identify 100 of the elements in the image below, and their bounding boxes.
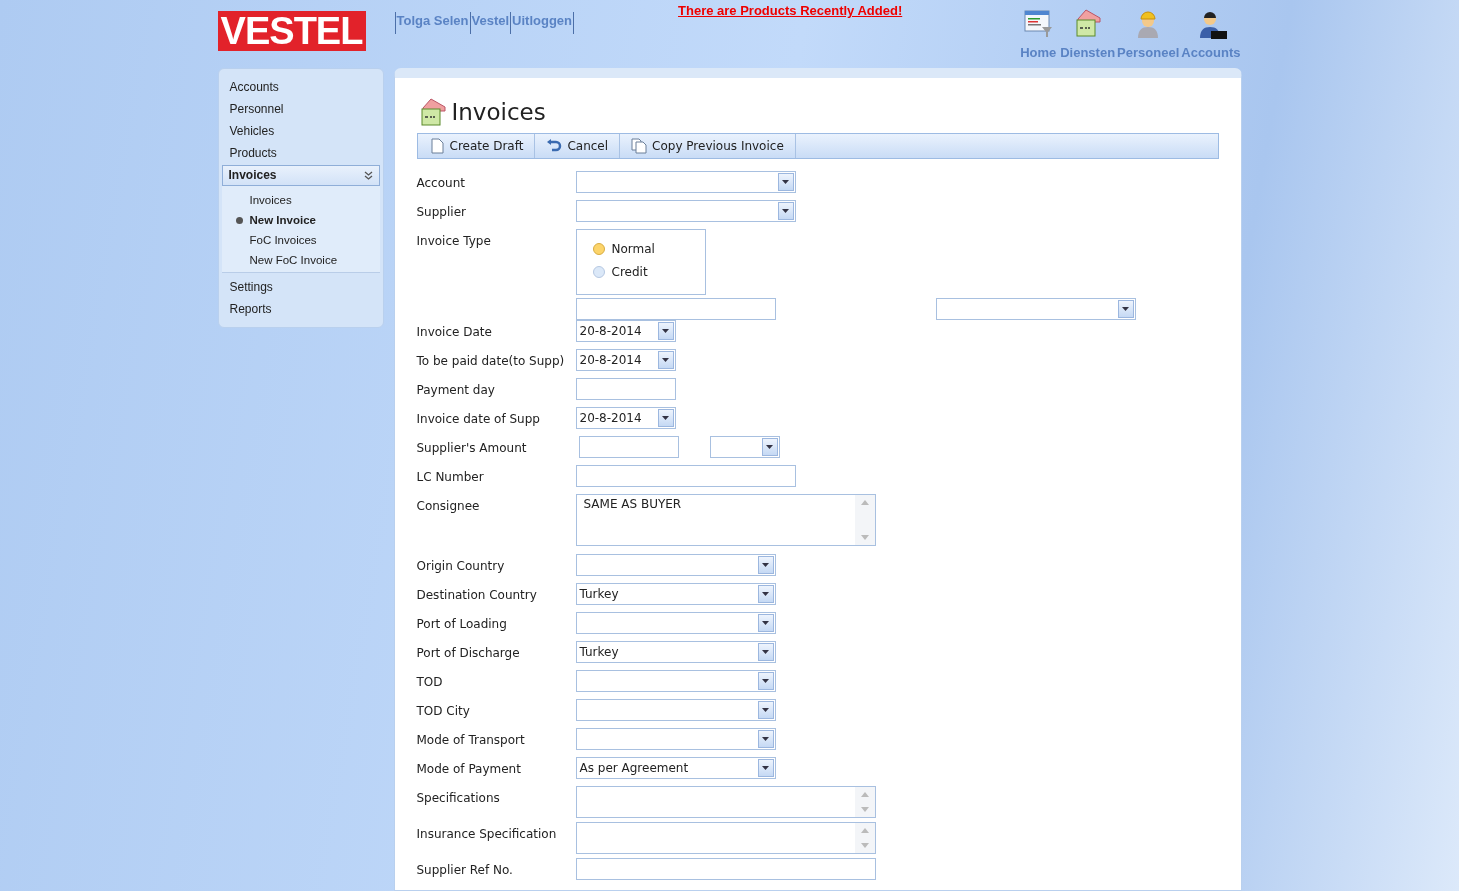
sidebar-subitem[interactable]: Invoices (221, 190, 380, 210)
dropdown-arrow-button[interactable] (757, 614, 774, 632)
text-field[interactable] (575, 465, 796, 487)
sidebar-subitem[interactable]: FoC Invoices (221, 230, 380, 250)
field-label: LC Number (416, 469, 485, 484)
scroll-down-icon (860, 535, 869, 540)
sidebar-item[interactable]: Reports (221, 299, 380, 321)
text-area[interactable] (575, 822, 876, 854)
dropdown-arrow-button[interactable] (757, 585, 774, 603)
caret-icon (766, 445, 773, 449)
scroll-up-icon (860, 828, 869, 833)
radio-option[interactable]: Credit (592, 265, 705, 279)
dropdown-arrow-button[interactable] (757, 730, 774, 748)
text-area[interactable]: SAME AS BUYER (575, 494, 876, 546)
copy-icon (631, 138, 648, 154)
field-label: Supplier Ref No. (416, 862, 514, 877)
dropdown-arrow-button[interactable] (757, 759, 774, 777)
caret-icon (762, 563, 769, 567)
field-label: Specifications (416, 790, 501, 805)
dropdown-field[interactable] (575, 554, 776, 576)
toolbar-button[interactable]: Create Draft (417, 134, 536, 158)
caret-icon (762, 592, 769, 596)
radio-button[interactable] (592, 243, 605, 255)
document-icon (428, 138, 445, 154)
date-field[interactable]: 20-8-2014 (575, 320, 676, 342)
dropdown-arrow-button[interactable] (761, 438, 778, 456)
page-title: Invoices (451, 99, 546, 125)
dropdown-field[interactable] (575, 670, 776, 692)
dropdown-arrow-button[interactable] (777, 173, 794, 191)
dropdown-arrow-button[interactable] (757, 701, 774, 719)
field-label: Port of Loading (416, 616, 508, 631)
sidebar-item[interactable]: Vehicles (221, 121, 380, 143)
dropdown-field[interactable] (575, 612, 776, 634)
dropdown-field[interactable]: Turkey (575, 641, 776, 663)
field-label: Destination Country (416, 587, 538, 602)
field-label: Origin Country (416, 558, 506, 573)
window-icon (1022, 7, 1055, 39)
sidebar-subitem[interactable]: New FoC Invoice (221, 250, 380, 270)
field-label: TOD (416, 674, 444, 689)
sidebar-subitem[interactable]: New Invoice (221, 210, 380, 230)
dropdown-arrow-button[interactable] (657, 322, 674, 340)
field-label: Mode of Payment (416, 761, 522, 776)
undo-arrow-icon (546, 138, 563, 154)
field-label: Supplier's Amount (416, 440, 528, 455)
dropdown-field[interactable]: As per Agreement (575, 757, 776, 779)
field-label: To be paid date(to Supp) (416, 353, 566, 368)
dropdown-arrow-button[interactable] (757, 643, 774, 661)
field-label: TOD City (416, 703, 471, 718)
dropdown-arrow-button[interactable] (777, 202, 794, 220)
caret-icon (762, 737, 769, 741)
text-field[interactable] (575, 378, 676, 400)
dropdown-arrow-button[interactable] (657, 409, 674, 427)
field-label: Consignee (416, 498, 481, 513)
vestel-logo: VESTEL (217, 11, 366, 51)
dropdown-field[interactable] (709, 436, 780, 458)
double-chevron-icon (363, 171, 373, 180)
dropdown-arrow-button[interactable] (1117, 300, 1134, 318)
caret-icon (762, 621, 769, 625)
text-field[interactable] (575, 858, 876, 880)
radio-option[interactable]: Normal (592, 242, 705, 256)
field-label: Port of Discharge (416, 645, 521, 660)
date-field[interactable]: 20-8-2014 (575, 407, 676, 429)
toolbar-button[interactable]: Cancel (535, 134, 621, 158)
caret-icon (782, 180, 789, 184)
scroll-down-icon (860, 843, 869, 848)
sidebar-item[interactable]: Products (221, 143, 380, 165)
toolbar-button[interactable]: Copy Previous Invoice (620, 134, 796, 158)
caret-icon (662, 329, 669, 333)
caret-icon (762, 766, 769, 770)
field-label: Mode of Transport (416, 732, 526, 747)
sidebar-item[interactable]: Accounts (221, 77, 380, 99)
caret-icon (782, 209, 789, 213)
dropdown-arrow-button[interactable] (757, 556, 774, 574)
dropdown-field[interactable] (575, 200, 796, 222)
caret-icon (762, 708, 769, 712)
dropdown-field[interactable] (935, 298, 1136, 320)
sidebar-item[interactable]: Personnel (221, 99, 380, 121)
scroll-down-icon (860, 807, 869, 812)
dropdown-field[interactable] (575, 699, 776, 721)
text-field[interactable] (578, 436, 679, 458)
field-label: Invoice Date (416, 324, 493, 339)
dropdown-field[interactable] (575, 171, 796, 193)
field-label: Insurance Specification (416, 826, 558, 841)
text-area[interactable] (575, 786, 876, 818)
caret-icon (1122, 307, 1129, 311)
caret-icon (762, 679, 769, 683)
caret-icon (762, 650, 769, 654)
scroll-up-icon (860, 500, 869, 505)
scroll-up-icon (860, 792, 869, 797)
dropdown-arrow-button[interactable] (657, 351, 674, 369)
sidebar-item[interactable]: Settings (221, 277, 380, 299)
dropdown-field[interactable] (575, 728, 776, 750)
dropdown-arrow-button[interactable] (757, 672, 774, 690)
radio-button[interactable] (592, 266, 605, 278)
field-label: Account (416, 175, 466, 190)
field-label: Payment day (416, 382, 496, 397)
text-field[interactable] (575, 298, 776, 320)
sidebar-item[interactable]: Invoices (221, 165, 380, 186)
date-field[interactable]: 20-8-2014 (575, 349, 676, 371)
dropdown-field[interactable]: Turkey (575, 583, 776, 605)
